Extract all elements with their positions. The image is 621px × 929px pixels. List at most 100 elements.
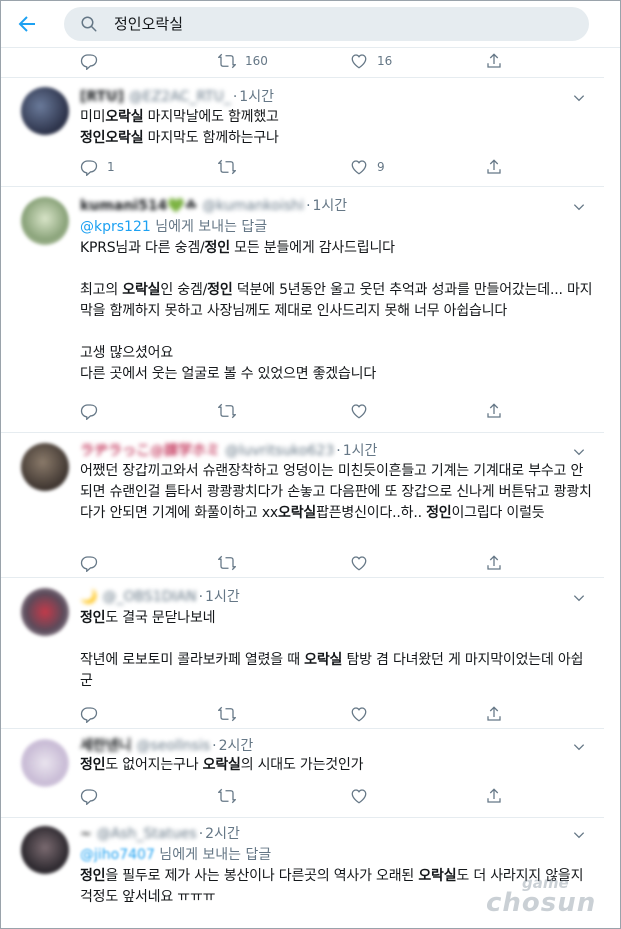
like-icon xyxy=(351,707,367,722)
timestamp[interactable]: 1시간 xyxy=(239,87,274,107)
share-button[interactable] xyxy=(485,786,503,806)
reply-context: @kprs121 님에게 보내는 답글 xyxy=(80,219,268,235)
like-button[interactable] xyxy=(350,553,368,573)
timestamp[interactable]: 1시간 xyxy=(313,196,348,216)
tweet-header: 세란넨니 @seollnsis · 2시간 xyxy=(80,736,254,756)
avatar[interactable] xyxy=(21,826,69,874)
timestamp[interactable]: 1시간 xyxy=(205,587,240,607)
tweet[interactable]: [RTU] @EZ2AC_RTU_ · 1시간 미미오락실 마지막날에도 함께했고 정… xyxy=(1,78,604,187)
tweet-header: [RTU] @EZ2AC_RTU_ · 1시간 xyxy=(80,87,274,107)
retweet-icon xyxy=(218,788,236,804)
avatar[interactable] xyxy=(21,197,69,245)
reply-icon xyxy=(80,54,98,70)
chevron-down-icon[interactable] xyxy=(572,828,586,842)
retweet-button[interactable] xyxy=(218,553,236,573)
reply-icon xyxy=(80,789,98,805)
like-button[interactable]: 9 xyxy=(350,157,385,177)
display-name[interactable]: 🌙 xyxy=(80,587,97,607)
reply-icon xyxy=(80,707,98,723)
reply-icon xyxy=(80,556,98,572)
avatar[interactable] xyxy=(21,443,69,491)
reply-button[interactable] xyxy=(80,704,98,724)
tweet-header: kumani514💚☘ @kumankoishi · 1시간 xyxy=(80,196,348,216)
tweet-header: ~ @Ash_Statues · 2시간 xyxy=(80,824,240,844)
display-name[interactable]: ラヂラっこ@課学ホミ xyxy=(80,441,220,461)
timestamp[interactable]: 2시간 xyxy=(205,824,240,844)
avatar[interactable] xyxy=(21,87,69,135)
reply-button[interactable] xyxy=(80,553,98,573)
tweet[interactable]: 🌙 @_OBS1DIAN · 1시간 정인도 결국 문닫나보네 작년에 로보토미 콜라… xyxy=(1,578,604,729)
user-handle[interactable]: @EZ2AC_RTU_ xyxy=(129,87,231,107)
display-name[interactable]: kumani514💚☘ xyxy=(80,196,197,216)
like-icon xyxy=(351,789,367,804)
tweet-header: ラヂラっこ@課学ホミ @luvritsuko623 · 1시간 xyxy=(80,441,378,461)
retweet-button[interactable] xyxy=(218,157,245,177)
tweet-actions xyxy=(80,704,540,724)
search-icon xyxy=(81,16,97,32)
retweet-icon xyxy=(218,706,236,722)
reply-context: @jiho7407 님에게 보내는 답글 xyxy=(80,847,272,863)
retweet-button[interactable]: 160 xyxy=(218,51,268,71)
retweet-button[interactable] xyxy=(218,704,236,724)
share-icon xyxy=(487,788,501,803)
avatar[interactable] xyxy=(21,588,69,636)
tweet[interactable]: kumani514💚☘ @kumankoishi · 1시간 @kprs121 님에게… xyxy=(1,187,604,433)
like-icon xyxy=(351,404,367,419)
back-arrow-icon[interactable] xyxy=(15,12,39,36)
tweet-actions xyxy=(80,401,540,421)
tweet-actions: 160 16 xyxy=(80,51,540,71)
share-button[interactable] xyxy=(485,51,512,71)
like-icon xyxy=(351,54,367,69)
share-button[interactable] xyxy=(485,704,503,724)
like-button[interactable] xyxy=(350,786,368,806)
chevron-down-icon[interactable] xyxy=(572,740,586,754)
like-button[interactable] xyxy=(350,704,368,724)
search-input[interactable] xyxy=(114,7,554,41)
timestamp[interactable]: 1시간 xyxy=(343,441,378,461)
user-handle[interactable]: @kumankoishi xyxy=(202,196,304,216)
reply-button[interactable] xyxy=(80,401,98,421)
avatar[interactable] xyxy=(21,739,69,787)
reply-icon xyxy=(80,404,98,420)
chevron-down-icon[interactable] xyxy=(572,91,586,105)
share-button[interactable] xyxy=(485,401,503,421)
retweet-icon xyxy=(218,403,236,419)
search-box[interactable] xyxy=(64,7,589,41)
share-icon xyxy=(487,555,501,570)
user-handle[interactable]: @Ash_Statues xyxy=(97,824,197,844)
watermark-logo: game chosun xyxy=(482,874,612,922)
tweet[interactable]: 세란넨니 @seollnsis · 2시간 정인도 없어지는구나 오락실의 시대도 가… xyxy=(1,729,604,818)
chevron-down-icon[interactable] xyxy=(572,445,586,459)
tweet-text: 어쨌던 장갑끼고와서 슈랜장착하고 엉덩이는 미친듯이흔들고 기계는 기계대로 … xyxy=(80,463,592,521)
like-icon xyxy=(351,160,367,175)
chevron-down-icon[interactable] xyxy=(572,591,586,605)
display-name[interactable]: ~ xyxy=(80,824,92,844)
tweet-actions xyxy=(80,786,540,806)
mention-link[interactable]: @jiho7407 xyxy=(80,847,155,863)
like-button[interactable]: 16 xyxy=(350,51,392,71)
share-button[interactable] xyxy=(485,553,503,573)
chevron-down-icon[interactable] xyxy=(572,200,586,214)
share-icon xyxy=(487,159,501,174)
share-icon xyxy=(487,53,501,68)
like-icon xyxy=(351,556,367,571)
retweet-icon xyxy=(218,159,236,175)
display-name[interactable]: [RTU] xyxy=(80,87,124,107)
reply-button[interactable] xyxy=(80,51,107,71)
user-handle[interactable]: @luvritsuko623 xyxy=(225,441,334,461)
user-handle[interactable]: @_OBS1DIAN xyxy=(102,587,196,607)
retweet-icon xyxy=(218,53,236,69)
user-handle[interactable]: @seollnsis xyxy=(137,736,211,756)
tweet[interactable]: 160 16 xyxy=(1,47,604,78)
like-button[interactable] xyxy=(350,401,368,421)
retweet-button[interactable] xyxy=(218,401,236,421)
reply-button[interactable] xyxy=(80,786,98,806)
timestamp[interactable]: 2시간 xyxy=(219,736,254,756)
retweet-button[interactable] xyxy=(218,786,236,806)
mention-link[interactable]: @kprs121 xyxy=(80,219,151,235)
reply-button[interactable]: 1 xyxy=(80,157,115,177)
tweet-text: 미미오락실 마지막날에도 함께했고 정인오락실 마지막도 함께하는구나 xyxy=(80,109,279,146)
display-name[interactable]: 세란넨니 xyxy=(80,736,132,756)
tweet[interactable]: ラヂラっこ@課学ホミ @luvritsuko623 · 1시간 어쨌던 장갑끼고와서 … xyxy=(1,433,604,578)
share-button[interactable] xyxy=(485,157,503,177)
